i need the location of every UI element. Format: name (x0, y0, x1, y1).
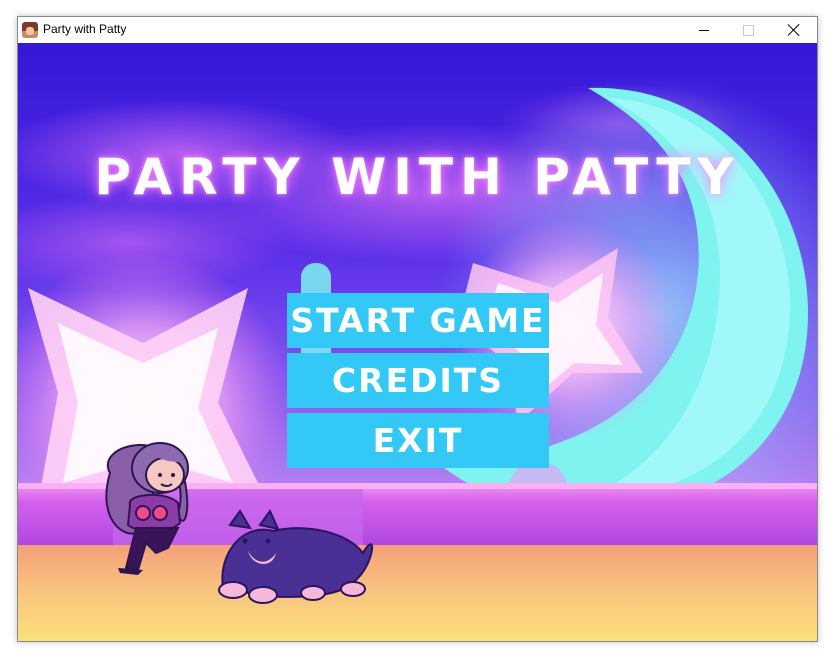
exit-button[interactable]: EXIT (287, 413, 549, 468)
window-title: Party with Patty (43, 22, 127, 36)
game-title: PARTY WITH PATTY (94, 148, 741, 206)
app-window: Party with Patty PARTY WITH PATTY START … (17, 16, 818, 642)
minimize-button[interactable] (681, 17, 726, 43)
start-game-button[interactable]: START GAME (287, 293, 549, 348)
close-button[interactable] (771, 17, 816, 43)
minimize-icon (698, 29, 709, 31)
title-bar[interactable]: Party with Patty (18, 17, 817, 43)
maximize-icon (743, 24, 754, 36)
maximize-button[interactable] (726, 17, 771, 43)
app-icon (22, 22, 38, 38)
game-canvas[interactable]: PARTY WITH PATTY START GAME CREDITS EXIT (18, 43, 817, 641)
close-icon (788, 24, 800, 36)
credits-button[interactable]: CREDITS (287, 353, 549, 408)
